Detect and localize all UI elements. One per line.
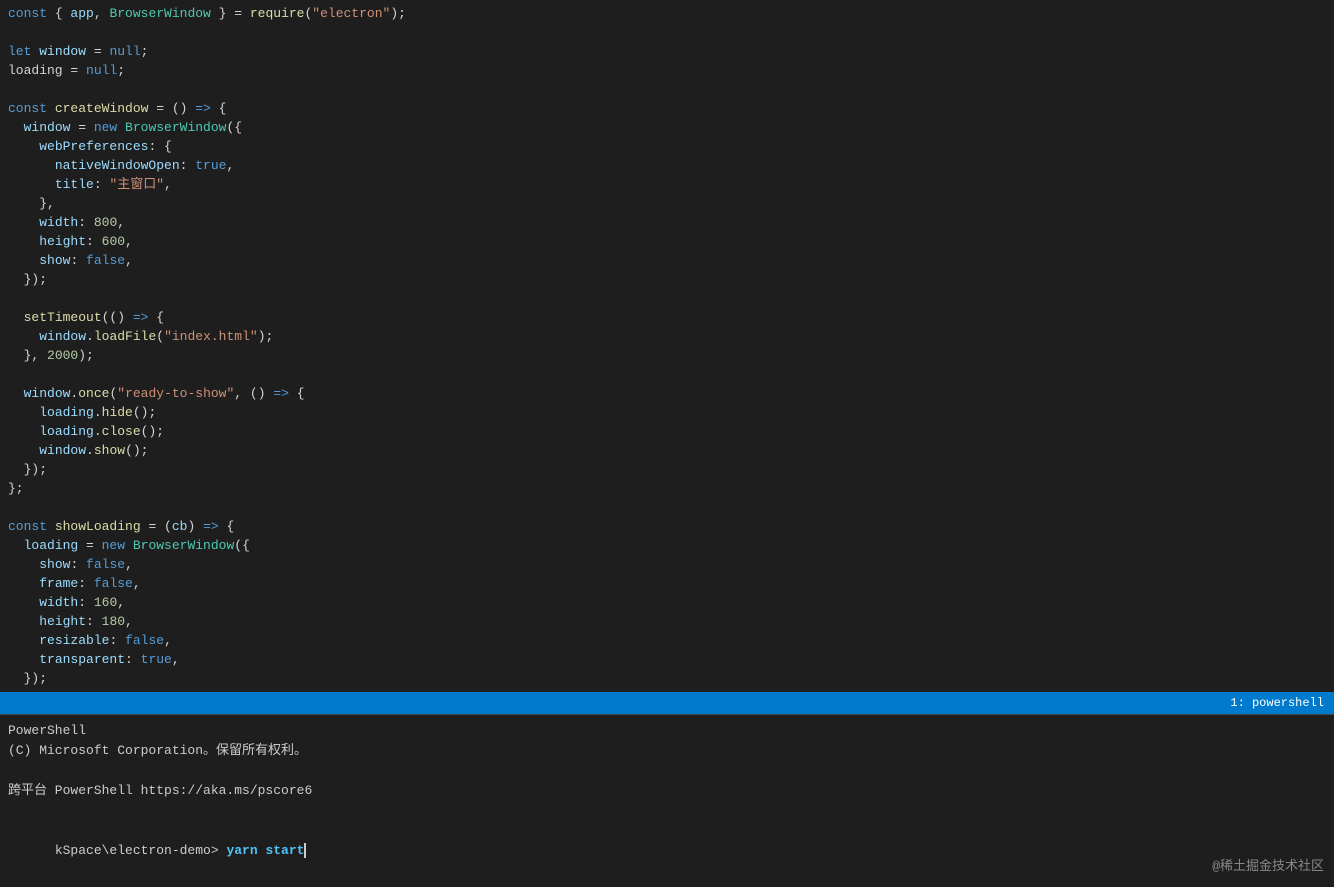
code-line: frame: false, [0,574,1334,593]
terminal-line [8,801,1326,821]
code-line: }, 2000); [0,346,1334,365]
code-line [0,688,1334,692]
code-line: width: 800, [0,213,1334,232]
code-line: height: 600, [0,232,1334,251]
code-editor: const { app, BrowserWindow } = require("… [0,0,1334,692]
code-line: }); [0,669,1334,688]
code-line: }); [0,460,1334,479]
code-line: const { app, BrowserWindow } = require("… [0,4,1334,23]
terminal-content: PowerShell (C) Microsoft Corporation。保留所… [0,715,1334,887]
code-line: }); [0,270,1334,289]
code-line: show: false, [0,251,1334,270]
code-line: let window = null; [0,42,1334,61]
terminal-command: yarn start [226,843,304,858]
terminal-prompt-line[interactable]: kSpace\electron-demo> yarn start [8,821,1326,881]
code-line: title: "主窗口", [0,175,1334,194]
status-bar: 1: powershell [0,692,1334,714]
terminal-panel: PowerShell (C) Microsoft Corporation。保留所… [0,714,1334,884]
code-line [0,80,1334,99]
terminal-line: (C) Microsoft Corporation。保留所有权利。 [8,741,1326,761]
code-line: loading.close(); [0,422,1334,441]
watermark: @稀土掘金技术社区 [1212,855,1324,874]
code-line [0,23,1334,42]
code-line: loading = null; [0,61,1334,80]
code-line: nativeWindowOpen: true, [0,156,1334,175]
code-line: height: 180, [0,612,1334,631]
terminal-line: 跨平台 PowerShell https://aka.ms/pscore6 [8,781,1326,801]
code-line: const createWindow = () => { [0,99,1334,118]
code-line: width: 160, [0,593,1334,612]
code-line [0,289,1334,308]
code-content: const { app, BrowserWindow } = require("… [0,0,1334,692]
code-line: resizable: false, [0,631,1334,650]
terminal-prompt: kSpace\electron-demo> [55,843,227,858]
code-line: }; [0,479,1334,498]
code-line: transparent: true, [0,650,1334,669]
code-line: setTimeout(() => { [0,308,1334,327]
terminal-line [8,761,1326,781]
code-line: }, [0,194,1334,213]
code-line: window.loadFile("index.html"); [0,327,1334,346]
terminal-line: PowerShell [8,721,1326,741]
terminal-label: 1: powershell [1230,696,1324,710]
code-line: window.show(); [0,441,1334,460]
code-line [0,365,1334,384]
code-line: show: false, [0,555,1334,574]
terminal-cursor [304,843,314,858]
code-line: window.once("ready-to-show", () => { [0,384,1334,403]
code-line: loading.hide(); [0,403,1334,422]
code-line: window = new BrowserWindow({ [0,118,1334,137]
code-line: const showLoading = (cb) => { [0,517,1334,536]
code-line: loading = new BrowserWindow({ [0,536,1334,555]
code-line [0,498,1334,517]
code-line: webPreferences: { [0,137,1334,156]
